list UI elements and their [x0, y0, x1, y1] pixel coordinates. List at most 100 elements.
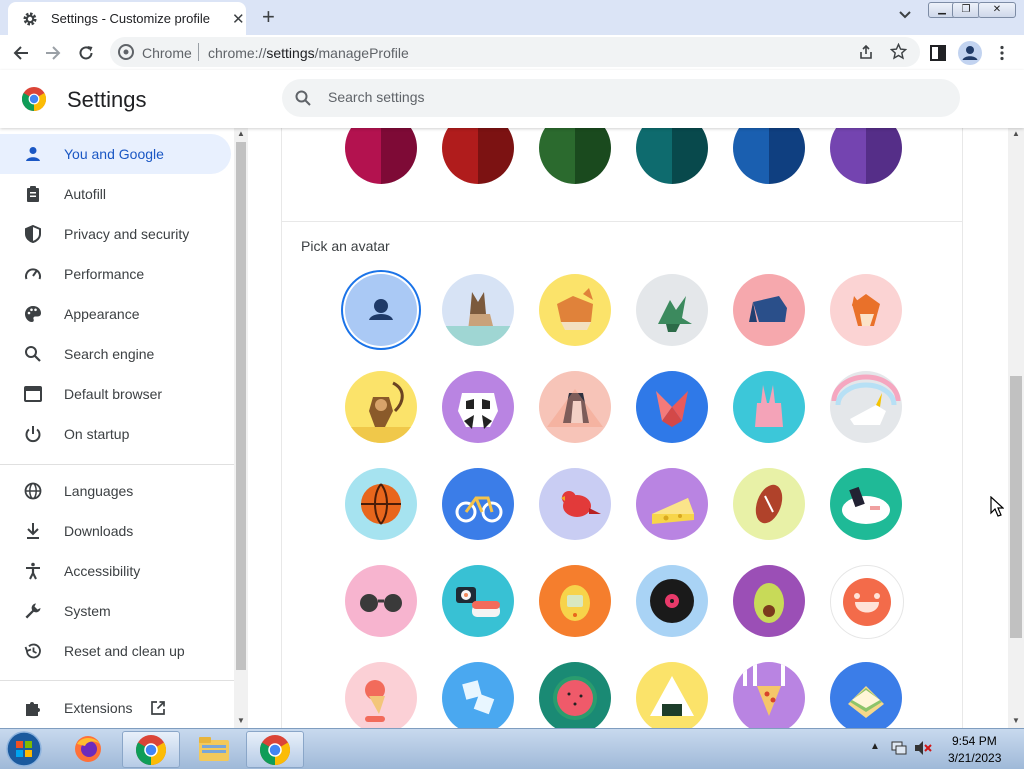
network-icon[interactable] — [890, 740, 908, 756]
profile-avatar-icon[interactable] — [958, 41, 982, 65]
avatar-football[interactable] — [733, 468, 805, 540]
theme-color-purple[interactable] — [830, 128, 902, 184]
basketball-icon — [361, 483, 401, 525]
sidebar-item-label: On startup — [64, 426, 130, 442]
sidebar-scrollbar-thumb[interactable] — [236, 142, 246, 670]
back-arrow-icon[interactable] — [12, 44, 30, 62]
avatar-origami-corgi[interactable] — [539, 274, 611, 346]
sidebar-item-performance[interactable]: Performance — [0, 254, 231, 294]
avatar-bird[interactable] — [539, 468, 611, 540]
avatar-origami-unicorn[interactable] — [830, 371, 902, 443]
sidebar-item-label: Autofill — [64, 186, 107, 202]
origami-penguin-icon — [547, 389, 603, 427]
new-tab-button[interactable]: + — [262, 4, 275, 30]
avatar-smiley[interactable] — [830, 565, 904, 639]
avatar-sushi[interactable] — [442, 565, 514, 637]
sidebar-item-label: Downloads — [64, 523, 134, 539]
share-icon[interactable] — [858, 44, 874, 60]
tab-search-chevron-icon[interactable] — [898, 8, 912, 22]
bookmark-star-icon[interactable] — [890, 43, 907, 60]
address-bar[interactable]: Chrome chrome://settings/manageProfile — [110, 37, 920, 67]
tab-settings[interactable]: Settings - Customize profile ✕ — [8, 2, 246, 35]
avatar-vinyl-record[interactable] — [636, 565, 708, 637]
avatar-origami-fox[interactable] — [830, 274, 902, 346]
windows-start-icon[interactable] — [4, 730, 44, 768]
scroll-down-arrow-icon[interactable]: ▼ — [1012, 716, 1020, 725]
sidebar-item-you-and-google[interactable]: You and Google — [0, 134, 231, 174]
customize-profile-panel: Pick an avatar — [281, 128, 963, 728]
menu-kebab-icon[interactable] — [993, 44, 1011, 62]
avatar-origami-cat[interactable] — [442, 274, 514, 346]
taskbar-chrome-2[interactable] — [246, 731, 304, 768]
avatar-origami-penguin[interactable] — [539, 371, 611, 443]
side-panel-icon[interactable] — [929, 44, 947, 62]
theme-color-red[interactable] — [442, 128, 514, 184]
avatar-sunglasses[interactable] — [345, 565, 417, 637]
avatar-ice-cream[interactable] — [345, 662, 417, 728]
sidebar-item-reset[interactable]: Reset and clean up — [0, 631, 231, 671]
search-settings-box[interactable] — [282, 79, 960, 117]
theme-color-green[interactable] — [539, 128, 611, 184]
avatar-origami-elephant[interactable] — [733, 274, 805, 346]
reload-icon[interactable] — [77, 44, 95, 62]
sidebar-item-on-startup[interactable]: On startup — [0, 414, 231, 454]
avatar-ice-cubes[interactable] — [442, 662, 514, 728]
theme-color-rose[interactable] — [345, 128, 417, 184]
taskbar-chrome[interactable] — [122, 731, 180, 768]
vinyl-record-icon — [650, 579, 694, 623]
sidebar-item-privacy[interactable]: Privacy and security — [0, 214, 231, 254]
avatar-origami-rabbit[interactable] — [733, 371, 805, 443]
scroll-down-arrow-icon[interactable]: ▼ — [237, 716, 245, 725]
avatar-sandwich[interactable] — [830, 662, 902, 728]
avatar-bicycle[interactable] — [442, 468, 514, 540]
avatar-origami-dragon[interactable] — [636, 274, 708, 346]
url-text[interactable]: chrome://settings/manageProfile — [208, 45, 409, 61]
gear-icon — [23, 12, 37, 26]
sidebar-item-appearance[interactable]: Appearance — [0, 294, 231, 334]
close-icon[interactable]: ✕ — [978, 2, 1016, 18]
restore-icon[interactable]: ❐ — [952, 2, 980, 18]
sidebar-item-system[interactable]: System — [0, 591, 231, 631]
avatar-origami-butterfly[interactable] — [636, 371, 708, 443]
sidebar-item-search-engine[interactable]: Search engine — [0, 334, 231, 374]
theme-color-blue[interactable] — [733, 128, 805, 184]
avatar-generic-person[interactable] — [345, 274, 417, 346]
search-input[interactable] — [326, 88, 930, 106]
taskbar-file-explorer[interactable] — [186, 731, 242, 766]
sidebar-item-extensions[interactable]: Extensions — [0, 688, 231, 728]
volume-muted-icon[interactable] — [914, 740, 932, 756]
main-scrollbar-thumb[interactable] — [1010, 376, 1022, 638]
avatar-origami-monkey[interactable] — [345, 371, 417, 443]
onigiri-icon — [650, 676, 694, 716]
avatar-sushi-plate[interactable] — [830, 468, 902, 540]
sidebar-item-default-browser[interactable]: Default browser — [0, 374, 231, 414]
download-icon — [27, 523, 39, 539]
theme-color-teal[interactable] — [636, 128, 708, 184]
scroll-up-arrow-icon[interactable]: ▲ — [237, 129, 245, 138]
sidebar-scrollbar[interactable]: ▲ ▼ — [234, 128, 248, 728]
chrome-site-icon — [118, 44, 134, 60]
avatar-tamagotchi[interactable] — [539, 565, 611, 637]
avatar-pizza[interactable] — [733, 662, 805, 728]
site-name: Chrome — [142, 45, 192, 61]
ice-cream-icon — [365, 680, 385, 722]
avatar-watermelon[interactable] — [539, 662, 611, 728]
clock-date[interactable]: 3/21/2023 — [948, 751, 1001, 765]
sidebar-item-accessibility[interactable]: Accessibility — [0, 551, 231, 591]
avatar-origami-panda[interactable] — [442, 371, 514, 443]
avatar-cheese[interactable] — [636, 468, 708, 540]
avatar-basketball[interactable] — [345, 468, 417, 540]
scroll-up-arrow-icon[interactable]: ▲ — [1012, 129, 1020, 138]
sidebar-item-label: Performance — [64, 266, 145, 282]
main-scrollbar[interactable]: ▲ ▼ — [1008, 128, 1024, 728]
taskbar-firefox[interactable] — [60, 731, 116, 766]
forward-arrow-icon[interactable] — [44, 44, 62, 62]
clock-time[interactable]: 9:54 PM — [952, 734, 997, 748]
sidebar-item-downloads[interactable]: Downloads — [0, 511, 231, 551]
sidebar-item-autofill[interactable]: Autofill — [0, 174, 231, 214]
show-hidden-icons-icon[interactable]: ▲ — [870, 741, 880, 752]
tab-close-icon[interactable]: ✕ — [232, 10, 245, 28]
avatar-onigiri[interactable] — [636, 662, 708, 728]
sidebar-item-languages[interactable]: Languages — [0, 471, 231, 511]
avatar-avocado[interactable] — [733, 565, 805, 637]
